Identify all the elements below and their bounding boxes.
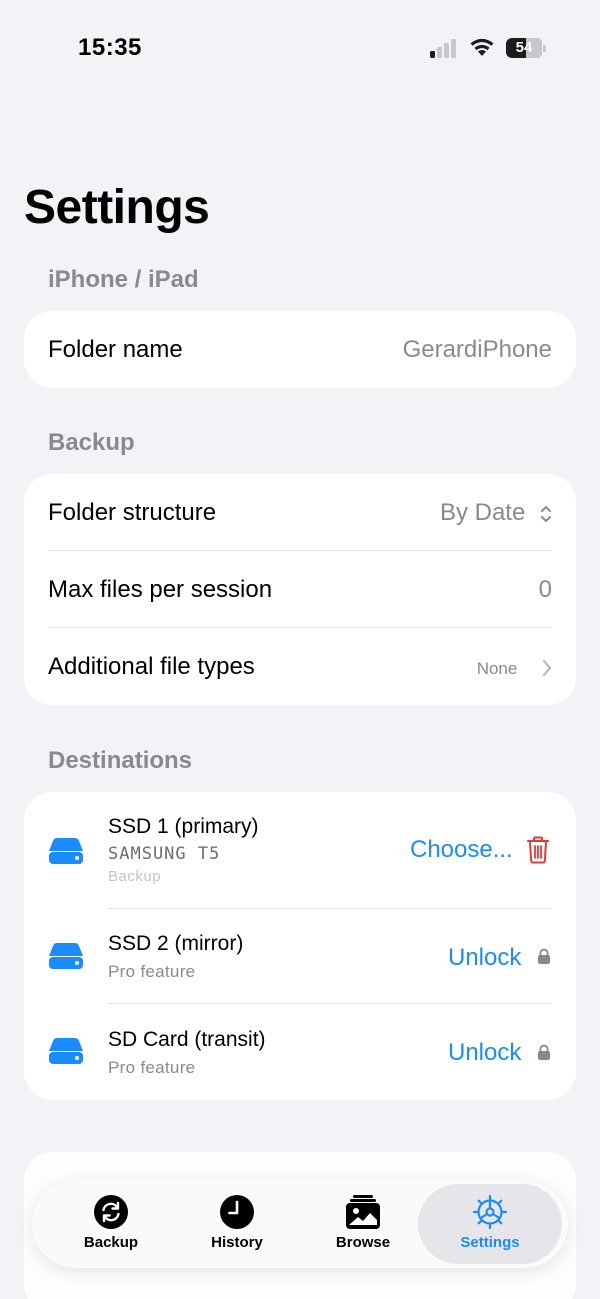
drive-icon [49,943,83,969]
max-files-value[interactable]: 0 [539,551,552,628]
max-files-row[interactable]: Max files per session 0 [24,551,576,628]
device-card: Folder name GerardiPhone [24,311,576,388]
destination-name: SSD 2 (mirror) [108,932,244,955]
drive-icon [49,1038,83,1064]
trash-icon[interactable] [526,836,550,864]
destination-row-ssd2: SSD 2 (mirror) Pro feature Unlock [24,909,576,1004]
section-header-device: iPhone / iPad [48,266,199,293]
folder-name-row[interactable]: Folder name GerardiPhone [24,311,576,388]
destination-name: SSD 1 (primary) [108,815,259,838]
tab-label: Browse [335,1234,391,1251]
destination-model: SAMSUNG T5 [108,844,221,864]
destination-role: Backup [108,868,162,885]
tab-history[interactable]: History [174,1180,300,1268]
tab-browse[interactable]: Browse [300,1180,426,1268]
battery-icon: 54 [506,38,546,58]
backup-card: Folder structure By Date Max files per s… [24,474,576,705]
destination-subtitle: Pro feature [108,1058,196,1077]
section-header-destinations: Destinations [48,747,193,774]
tab-bar: Backup History Browse Settings [32,1180,568,1268]
choose-drive-button[interactable]: Choose... [410,836,513,864]
chevron-right-icon [542,659,552,676]
folder-name-field[interactable]: GerardiPhone [403,311,552,388]
folder-structure-row[interactable]: Folder structure By Date [24,474,576,551]
file-types-link[interactable]: None [477,628,552,705]
tab-label: History [211,1234,263,1251]
photos-icon [346,1195,380,1229]
folder-structure-picker[interactable]: By Date [440,474,552,551]
section-header-backup: Backup [48,429,135,456]
up-down-chevron-icon [541,505,551,522]
destination-name: SD Card (transit) [108,1028,266,1051]
unlock-button[interactable]: Unlock [448,944,521,972]
tab-label: Settings [460,1234,520,1251]
tab-label: Backup [83,1234,139,1251]
file-types-row[interactable]: Additional file types None [24,628,576,705]
gear-icon [472,1194,508,1230]
drive-icon [49,838,83,864]
wifi-icon [470,38,494,56]
battery-level: 54 [515,39,533,56]
sync-icon [94,1195,128,1229]
lock-icon [538,948,550,964]
folder-structure-label: Folder structure [48,499,217,526]
folder-name-label: Folder name [48,336,183,363]
status-bar: 15:35 54 [0,0,600,96]
max-files-label: Max files per session [48,576,273,603]
destination-row-ssd1: SSD 1 (primary) SAMSUNG T5 Backup Choose… [24,792,576,908]
status-time: 15:35 [78,34,142,61]
cellular-signal-icon [430,38,460,58]
lock-icon [538,1044,550,1060]
unlock-button[interactable]: Unlock [448,1039,521,1067]
folder-structure-value: By Date [439,499,526,526]
file-types-value: None [476,659,518,678]
clock-icon [220,1195,254,1229]
file-types-label: Additional file types [48,653,255,680]
destinations-card: SSD 1 (primary) SAMSUNG T5 Backup Choose… [24,792,576,1100]
destination-subtitle: Pro feature [108,962,196,981]
tab-settings[interactable]: Settings [418,1184,562,1264]
destination-row-sdcard: SD Card (transit) Pro feature Unlock [24,1004,576,1100]
page-title: Settings [24,181,210,234]
tab-backup[interactable]: Backup [48,1180,174,1268]
